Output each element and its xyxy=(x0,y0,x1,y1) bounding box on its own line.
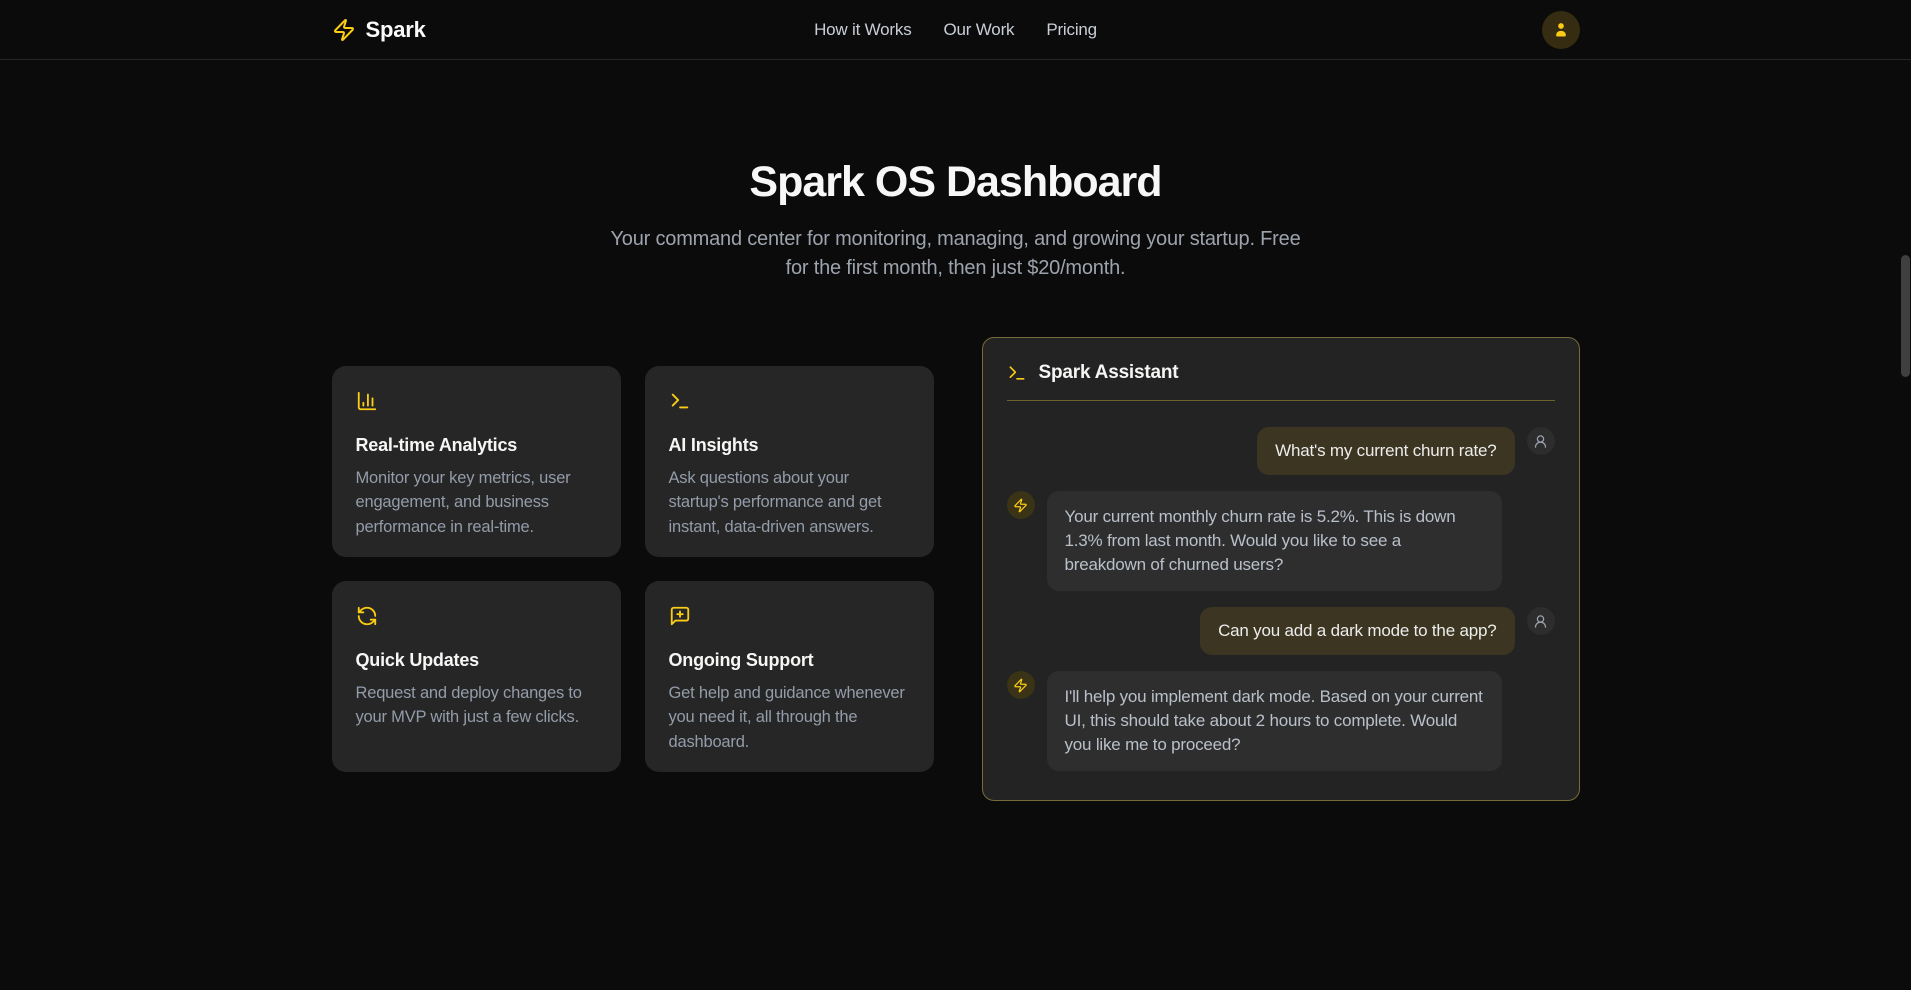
feature-description: Request and deploy changes to your MVP w… xyxy=(356,681,597,730)
user-filled-icon xyxy=(1551,20,1571,40)
hero-section: Spark OS Dashboard Your command center f… xyxy=(0,158,1911,283)
user-icon xyxy=(1533,614,1548,629)
message-bubble: I'll help you implement dark mode. Based… xyxy=(1047,671,1502,771)
assistant-avatar xyxy=(1007,491,1035,519)
feature-title: Quick Updates xyxy=(356,650,597,671)
brand[interactable]: Spark xyxy=(332,17,426,43)
nav-link-our-work[interactable]: Our Work xyxy=(944,20,1015,40)
assistant-avatar xyxy=(1007,671,1035,699)
user-icon xyxy=(1533,434,1548,449)
chat-message-assistant: Your current monthly churn rate is 5.2%.… xyxy=(1007,491,1555,591)
navbar: Spark How it Works Our Work Pricing xyxy=(0,0,1911,60)
panel-divider xyxy=(1007,400,1555,401)
page-title: Spark OS Dashboard xyxy=(0,158,1911,207)
zap-icon xyxy=(332,18,356,42)
terminal-icon xyxy=(1007,363,1027,383)
feature-card-ongoing-support: Ongoing Support Get help and guidance wh… xyxy=(645,581,934,772)
nav-link-how-it-works[interactable]: How it Works xyxy=(814,20,911,40)
user-avatar xyxy=(1527,427,1555,455)
nav-link-pricing[interactable]: Pricing xyxy=(1046,20,1097,40)
feature-description: Monitor your key metrics, user engagemen… xyxy=(356,466,597,539)
scrollbar-thumb[interactable] xyxy=(1901,255,1910,377)
message-bubble: What's my current churn rate? xyxy=(1257,427,1514,475)
zap-icon xyxy=(1013,678,1028,693)
message-bubble: Your current monthly churn rate is 5.2%.… xyxy=(1047,491,1502,591)
chat-messages: What's my current churn rate? Your curre… xyxy=(1007,427,1555,771)
chat-message-user: Can you add a dark mode to the app? xyxy=(1007,607,1555,655)
nav-links: How it Works Our Work Pricing xyxy=(814,0,1097,60)
refresh-ccw-icon xyxy=(356,614,378,631)
feature-description: Get help and guidance whenever you need … xyxy=(669,681,910,754)
feature-card-ai-insights: AI Insights Ask questions about your sta… xyxy=(645,366,934,557)
feature-title: AI Insights xyxy=(669,435,910,456)
assistant-panel-header: Spark Assistant xyxy=(1007,362,1555,384)
assistant-panel: Spark Assistant What's my current churn … xyxy=(982,337,1580,801)
terminal-icon xyxy=(669,399,691,416)
features-grid: Real-time Analytics Monitor your key met… xyxy=(332,366,934,772)
user-avatar xyxy=(1527,607,1555,635)
feature-title: Ongoing Support xyxy=(669,650,910,671)
account-avatar-button[interactable] xyxy=(1542,11,1580,49)
message-bubble: Can you add a dark mode to the app? xyxy=(1200,607,1514,655)
brand-name: Spark xyxy=(366,17,426,43)
feature-description: Ask questions about your startup's perfo… xyxy=(669,466,910,539)
chat-message-user: What's my current churn rate? xyxy=(1007,427,1555,475)
hero-subtitle: Your command center for monitoring, mana… xyxy=(606,225,1306,283)
feature-card-realtime-analytics: Real-time Analytics Monitor your key met… xyxy=(332,366,621,557)
zap-icon xyxy=(1013,498,1028,513)
chat-message-assistant: I'll help you implement dark mode. Based… xyxy=(1007,671,1555,771)
feature-card-quick-updates: Quick Updates Request and deploy changes… xyxy=(332,581,621,772)
assistant-title: Spark Assistant xyxy=(1039,362,1179,384)
feature-title: Real-time Analytics xyxy=(356,435,597,456)
message-square-plus-icon xyxy=(669,614,691,631)
chart-column-icon xyxy=(356,399,378,416)
